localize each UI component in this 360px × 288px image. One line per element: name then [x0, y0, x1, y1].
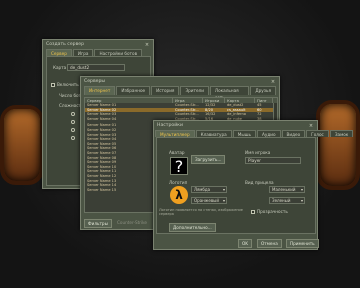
tab-spectators[interactable]: Зрители — [180, 86, 209, 95]
ok-button[interactable]: OK — [238, 239, 253, 248]
difficulty-radio-1[interactable] — [71, 112, 75, 116]
upload-button[interactable]: Загрузить... — [191, 155, 226, 164]
filter-status: Counter-Strike — [117, 220, 148, 225]
tab-server[interactable]: Сервер — [46, 49, 72, 56]
servers-title: Серверы — [84, 79, 106, 84]
tab-game[interactable]: Игра — [72, 49, 94, 56]
tab-voice[interactable]: Голос — [306, 130, 329, 137]
servers-tabs: Интернет Избранное История Зрители Локал… — [81, 86, 279, 100]
crosshair-label: Вид прицела — [245, 180, 274, 185]
tab-audio[interactable]: Аудио — [256, 130, 281, 137]
servers-titlebar[interactable]: Серверы × — [81, 77, 279, 86]
transparency-checkbox[interactable] — [251, 210, 255, 214]
name-label: Имя игрока — [245, 150, 271, 155]
logo-note: Логотип появляется на стенах, изображени… — [159, 208, 243, 216]
avatar-section-label: Аватар — [169, 150, 185, 155]
map-label: Карта — [53, 65, 67, 70]
advanced-button[interactable]: Дополнительно... — [169, 223, 216, 232]
create-server-title: Создать сервер — [46, 42, 85, 47]
cancel-button[interactable]: Отмена — [257, 239, 282, 248]
difficulty-radio-3[interactable] — [71, 128, 75, 132]
settings-window: Настройки × Мультиплеер Клавиатура Мышь … — [153, 120, 354, 250]
crosshair-color-select[interactable]: Зеленый — [269, 197, 305, 204]
close-icon[interactable]: × — [308, 123, 314, 129]
close-icon[interactable]: × — [144, 42, 150, 48]
tab-keyboard[interactable]: Клавиатура — [195, 130, 232, 137]
tab-mouse[interactable]: Мышь — [232, 130, 256, 137]
settings-title: Настройки — [157, 123, 183, 128]
tab-lan[interactable]: Локальная сеть — [209, 86, 250, 100]
difficulty-radio-2[interactable] — [71, 120, 75, 124]
tab-lock[interactable]: Замок — [329, 130, 354, 137]
game-logo-left — [0, 105, 44, 185]
avatar: ? — [170, 157, 188, 176]
filters-button[interactable]: Фильтры — [84, 219, 112, 228]
tab-bot-settings[interactable]: Настройки ботов — [94, 49, 143, 56]
map-select[interactable]: de_dust2 — [67, 64, 125, 71]
crosshair-size-select[interactable]: Маленький — [269, 186, 305, 193]
tab-friends[interactable]: Друзья — [250, 86, 276, 95]
lambda-logo-icon: λ — [170, 186, 188, 204]
tab-internet[interactable]: Интернет — [84, 86, 116, 95]
difficulty-radio-4[interactable] — [71, 136, 75, 140]
tab-multiplayer[interactable]: Мультиплеер — [155, 130, 195, 137]
close-icon[interactable]: × — [270, 79, 276, 85]
create-server-titlebar[interactable]: Создать сервер × — [43, 40, 153, 49]
apply-button[interactable]: Применить — [286, 239, 319, 248]
settings-tabs: Мультиплеер Клавиатура Мышь Аудио Видео … — [154, 130, 354, 137]
name-field[interactable]: Player — [245, 157, 301, 164]
settings-panel: Аватар ? Загрузить... Имя игрока Player … — [156, 137, 316, 234]
logo-color-select[interactable]: Оранжевый — [191, 197, 227, 204]
logo-select[interactable]: Лямбда — [191, 186, 227, 193]
tab-favorites[interactable]: Избранное — [116, 86, 151, 95]
settings-titlebar[interactable]: Настройки × — [154, 121, 317, 130]
logo-label: Логотип — [169, 180, 188, 185]
tab-video[interactable]: Видео — [281, 130, 306, 137]
enable-label: Включить — [57, 82, 79, 87]
transparency-label: Прозрачность — [257, 209, 288, 214]
tab-history[interactable]: История — [151, 86, 180, 95]
create-server-tabs: Сервер Игра Настройки ботов — [43, 49, 153, 56]
enable-checkbox[interactable] — [51, 83, 55, 87]
game-logo-right — [316, 100, 360, 190]
